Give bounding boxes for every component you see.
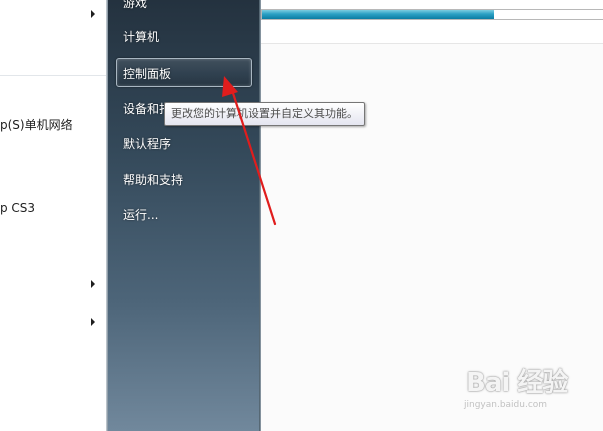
watermark-url: jingyan.baidu.com (464, 400, 548, 410)
arrow-head-icon (222, 76, 238, 97)
arrow-line (230, 88, 277, 226)
watermark-brand: Bai 经验 (466, 368, 568, 398)
baidu-jingyan-watermark: Bai 经验 jingyan.baidu.com (452, 358, 592, 418)
